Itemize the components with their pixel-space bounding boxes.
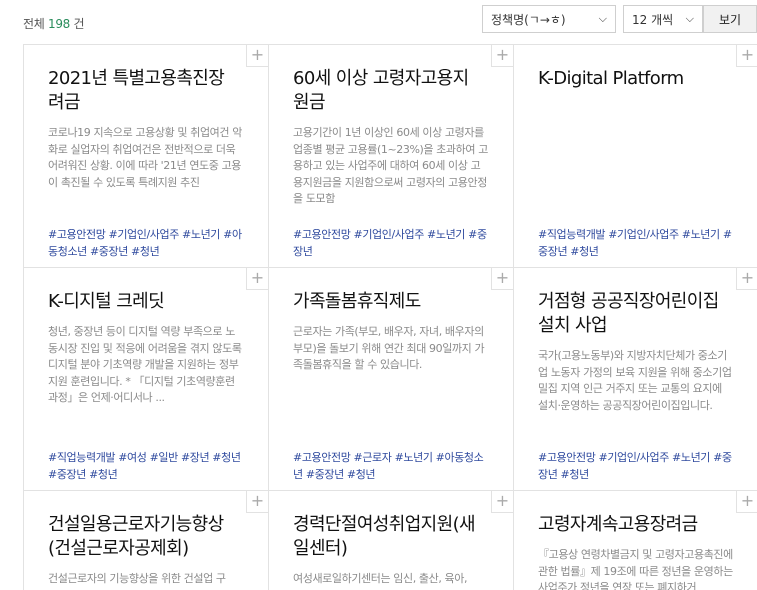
sort-select-value: 정책명(ㄱ→ㅎ)	[491, 12, 566, 27]
policy-card[interactable]: + 60세 이상 고령자고용지원금 고용기간이 1년 이상인 60세 이상 고령…	[269, 45, 514, 268]
card-tags: #고용안전망 #기업인/사업주 #노년기 #아동청소년 #중장년 #청년	[48, 228, 242, 258]
plus-icon[interactable]: +	[491, 45, 513, 67]
chevron-down-icon: ⌵	[598, 12, 607, 25]
card-description: 고용기간이 1년 이상인 60세 이상 고령자를 업종별 평균 고용률(1~23…	[293, 126, 488, 205]
card-title[interactable]: 건설일용근로자기능향상(건설근로자공제회)	[48, 513, 238, 561]
policy-card[interactable]: + K-Digital Platform #직업능력개발 #기업인/사업주 #노…	[514, 45, 757, 268]
plus-icon[interactable]: +	[736, 491, 757, 513]
card-title[interactable]: 고령자계속고용장려금	[538, 513, 728, 537]
card-description: 근로자는 가족(부모, 배우자, 자녀, 배우자의 부모)을 돌보기 위해 연간…	[293, 325, 485, 371]
total-count: 전체 198 건	[23, 15, 85, 32]
view-button[interactable]: 보기	[703, 5, 757, 33]
plus-icon[interactable]: +	[246, 268, 268, 290]
per-page-select[interactable]: 12 개씩 ⌵	[623, 5, 703, 33]
card-description: 코로나19 지속으로 고용상황 및 취업여건 악화로 실업자의 취업여건은 전반…	[48, 126, 242, 189]
card-description: 국가(고용노동부)와 지방자치단체가 중소기업 노동자 가정의 보육 지원을 위…	[538, 349, 732, 412]
card-title[interactable]: 거점형 공공직장어린이집 설치 사업	[538, 290, 728, 338]
card-description: 『고용상 연령차별금지 및 고령자고용촉진에 관한 법률』제 19조에 따른 정…	[538, 548, 733, 590]
card-description: 청년, 중장년 등이 디지털 역량 부족으로 노동시장 진입 및 적응에 어려움…	[48, 325, 242, 404]
policy-card[interactable]: + 건설일용근로자기능향상(건설근로자공제회) 건설근로자의 기능향상을 위한 …	[24, 491, 269, 590]
policy-card[interactable]: + K-디지털 크레딧 청년, 중장년 등이 디지털 역량 부족으로 노동시장 …	[24, 268, 269, 491]
card-description: 여성새로일하기센터는 임신, 출산, 육아,	[293, 572, 468, 585]
card-description	[538, 125, 734, 209]
plus-icon[interactable]: +	[491, 268, 513, 290]
sort-select[interactable]: 정책명(ㄱ→ㅎ) ⌵	[482, 5, 616, 33]
card-tags: #고용안전망 #기업인/사업주 #노년기 #중장년 #청년	[538, 451, 732, 481]
card-title[interactable]: 경력단절여성취업지원(새일센터)	[293, 513, 483, 561]
card-tags: #직업능력개발 #여성 #일반 #장년 #청년 #중장년 #청년	[48, 451, 241, 481]
card-title[interactable]: 2021년 특별고용촉진장려금	[48, 67, 238, 115]
card-tags: #고용안전망 #기업인/사업주 #노년기 #중장년	[293, 228, 487, 258]
chevron-down-icon: ⌵	[685, 12, 694, 25]
card-title[interactable]: K-Digital Platform	[538, 67, 748, 91]
plus-icon[interactable]: +	[491, 491, 513, 513]
card-tags: #고용안전망 #근로자 #노년기 #아동청소년 #중장년 #청년	[293, 451, 484, 481]
plus-icon[interactable]: +	[246, 491, 268, 513]
total-suffix: 건	[73, 17, 85, 31]
policy-card-grid: + 2021년 특별고용촉진장려금 코로나19 지속으로 고용상황 및 취업여건…	[23, 44, 757, 590]
card-title[interactable]: 가족돌봄휴직제도	[293, 290, 483, 314]
policy-card[interactable]: + 경력단절여성취업지원(새일센터) 여성새로일하기센터는 임신, 출산, 육아…	[269, 491, 514, 590]
card-title[interactable]: K-디지털 크레딧	[48, 290, 238, 314]
total-number: 198	[48, 17, 71, 31]
plus-icon[interactable]: +	[736, 268, 757, 290]
total-prefix: 전체	[23, 17, 45, 31]
policy-card[interactable]: + 2021년 특별고용촉진장려금 코로나19 지속으로 고용상황 및 취업여건…	[24, 45, 269, 268]
policy-card[interactable]: + 가족돌봄휴직제도 근로자는 가족(부모, 배우자, 자녀, 배우자의 부모)…	[269, 268, 514, 491]
per-page-select-value: 12 개씩	[632, 12, 674, 27]
card-description: 건설근로자의 기능향상을 위한 건설업 구	[48, 572, 226, 585]
plus-icon[interactable]: +	[246, 45, 268, 67]
policy-card[interactable]: + 거점형 공공직장어린이집 설치 사업 국가(고용노동부)와 지방자치단체가 …	[514, 268, 757, 491]
policy-card[interactable]: + 고령자계속고용장려금 『고용상 연령차별금지 및 고령자고용촉진에 관한 법…	[514, 491, 757, 590]
card-title[interactable]: 60세 이상 고령자고용지원금	[293, 67, 483, 115]
list-toolbar: 전체 198 건 정책명(ㄱ→ㅎ) ⌵ 12 개씩 ⌵ 보기	[0, 0, 757, 44]
card-tags: #직업능력개발 #기업인/사업주 #노년기 #중장년 #청년	[538, 228, 732, 258]
plus-icon[interactable]: +	[736, 45, 757, 67]
